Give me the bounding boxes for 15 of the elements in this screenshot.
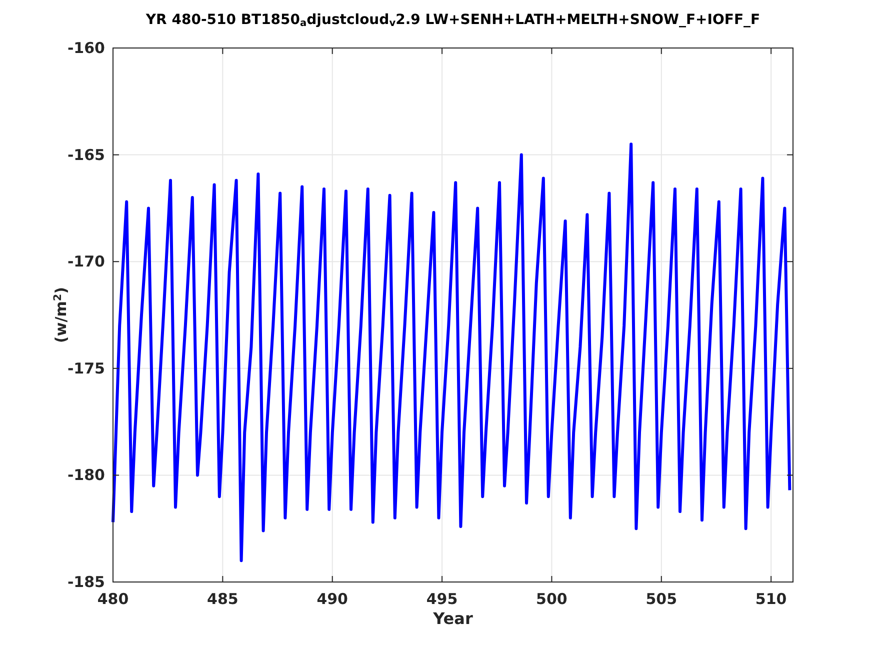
y-tick-label: -180 xyxy=(67,466,105,484)
x-tick-label: 495 xyxy=(426,590,458,608)
y-tick-label: -165 xyxy=(67,146,105,164)
y-tick-label: -175 xyxy=(67,359,105,378)
y-tick-label: -160 xyxy=(67,39,105,57)
x-axis-label: Year xyxy=(433,609,473,628)
chart-title: YR 480-510 BT1850$_{a}$djustcloud$_{v}$2.9 LW+SENH+LATH+MELTH+SNOW_F+IOFF_F xyxy=(146,12,760,28)
x-tick-label: 485 xyxy=(207,590,238,608)
y-tick-label: -185 xyxy=(67,573,105,591)
y-tick-label: -170 xyxy=(67,252,105,271)
x-tick-label: 505 xyxy=(646,590,678,608)
x-tick-label: 500 xyxy=(536,590,568,608)
x-tick-label: 490 xyxy=(316,590,348,608)
x-tick-label: 480 xyxy=(97,590,129,608)
x-tick-label: 510 xyxy=(755,590,787,608)
